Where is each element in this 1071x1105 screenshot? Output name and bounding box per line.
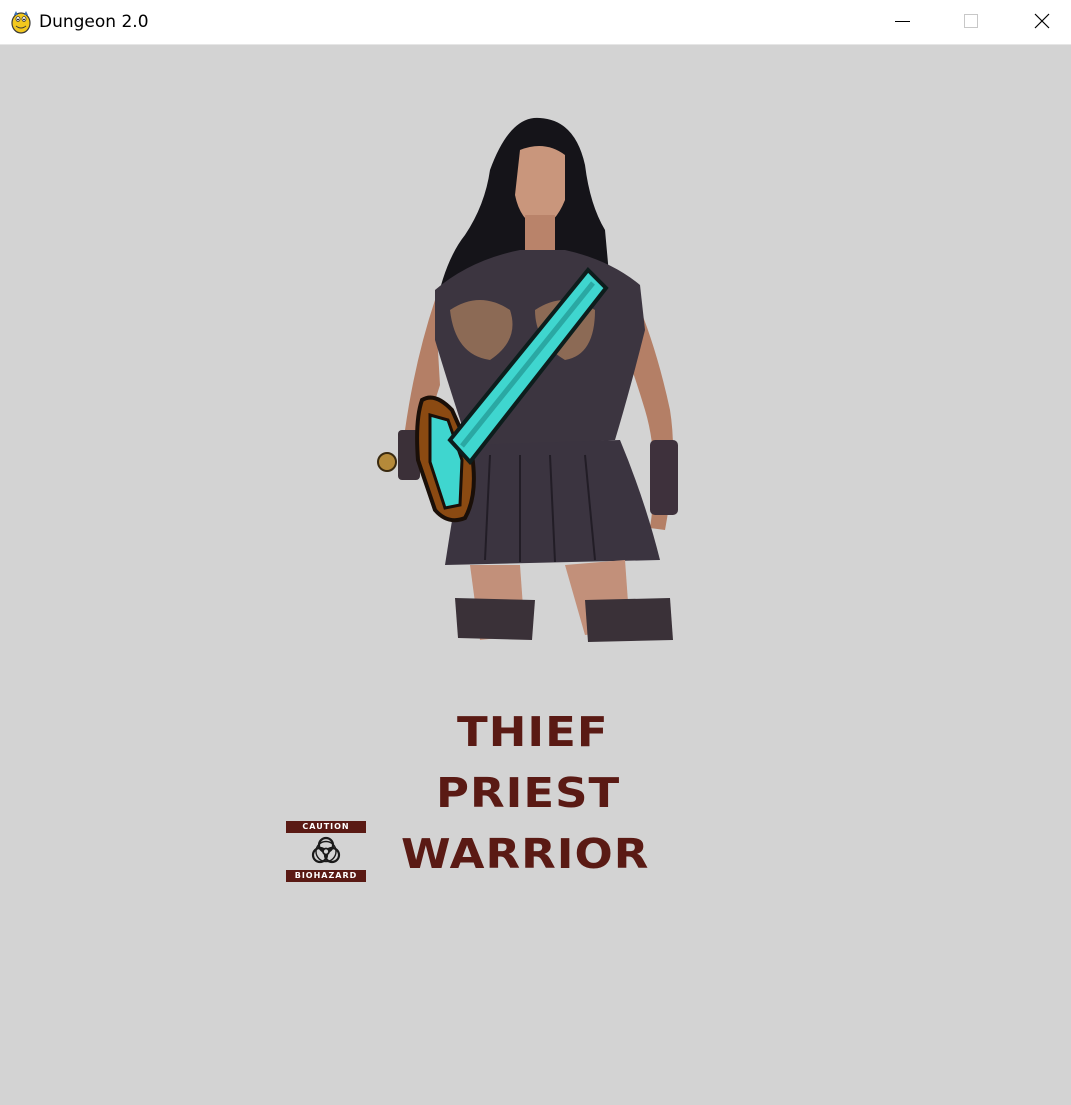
python-app-icon — [11, 11, 31, 34]
window-title: Dungeon 2.0 — [39, 12, 149, 32]
menu-item-thief[interactable]: THIEF — [457, 709, 609, 755]
maximize-icon — [964, 14, 978, 28]
minimize-button[interactable] — [868, 0, 938, 44]
menu-item-warrior[interactable]: WARRIOR — [401, 831, 649, 877]
game-window: Dungeon 2.0 THIEF PRIEST WARRIOR CAUTION… — [0, 0, 1071, 1105]
maximize-button[interactable] — [936, 0, 1006, 44]
close-button[interactable] — [1004, 0, 1071, 44]
caution-label: CAUTION — [286, 821, 366, 833]
close-icon — [1034, 13, 1050, 29]
title-bar[interactable]: Dungeon 2.0 — [0, 0, 1071, 45]
warrior-character-sprite — [377, 117, 678, 642]
biohazard-icon — [311, 836, 341, 864]
menu-item-priest[interactable]: PRIEST — [436, 770, 620, 816]
biohazard-label: BIOHAZARD — [286, 870, 366, 882]
minimize-icon — [895, 21, 910, 22]
game-canvas[interactable]: THIEF PRIEST WARRIOR CAUTION BIOHAZARD — [0, 45, 1071, 1105]
selection-cursor: CAUTION BIOHAZARD — [286, 821, 368, 883]
